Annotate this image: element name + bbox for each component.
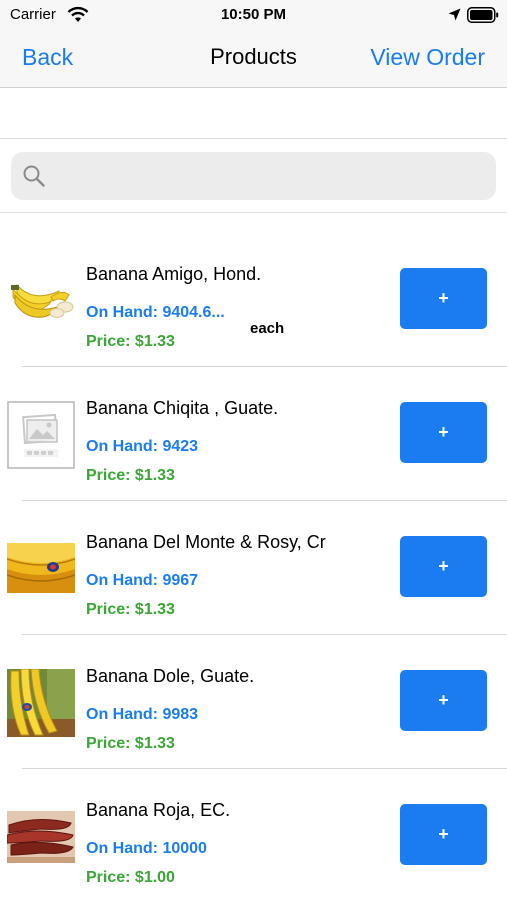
red-bananas-image bbox=[7, 811, 75, 863]
product-image bbox=[7, 401, 75, 469]
search-input[interactable] bbox=[55, 160, 485, 192]
on-hand-quantity: On Hand: 9423 bbox=[86, 438, 199, 455]
battery-icon bbox=[467, 7, 499, 23]
product-name: Banana Chiqita , Guate. bbox=[86, 398, 279, 418]
product-row[interactable]: Banana Chiqita , Guate. On Hand: 9423 Pr… bbox=[0, 367, 507, 501]
bananas-bunch-image bbox=[7, 267, 75, 335]
on-hand-quantity: On Hand: 9404.6... bbox=[86, 304, 225, 321]
add-to-order-button[interactable]: + bbox=[400, 804, 487, 865]
product-price: Price: $1.33 bbox=[86, 467, 175, 484]
status-time: 10:50 PM bbox=[220, 6, 287, 23]
product-image bbox=[7, 267, 75, 335]
add-to-order-button[interactable]: + bbox=[400, 402, 487, 463]
status-bar: Carrier 10:50 PM bbox=[0, 0, 507, 30]
location-arrow-icon bbox=[448, 8, 461, 21]
product-price: Price: $1.00 bbox=[86, 869, 175, 886]
product-row[interactable]: Banana Del Monte & Rosy, Cr On Hand: 996… bbox=[0, 501, 507, 635]
banana-closeup-image bbox=[7, 543, 75, 593]
search-field[interactable] bbox=[11, 152, 496, 200]
product-name: Banana Dole, Guate. bbox=[86, 666, 255, 686]
add-to-order-button[interactable]: + bbox=[400, 268, 487, 329]
add-to-order-button[interactable]: + bbox=[400, 536, 487, 597]
product-price: Price: $1.33 bbox=[86, 735, 175, 752]
product-image bbox=[7, 669, 75, 737]
search-bar bbox=[0, 140, 507, 213]
product-price: Price: $1.33 bbox=[86, 601, 175, 618]
product-row[interactable]: Banana Roja, EC. On Hand: 10000 Price: $… bbox=[0, 769, 507, 900]
product-image bbox=[7, 803, 75, 871]
placeholder-image-icon bbox=[7, 401, 75, 469]
search-icon bbox=[23, 165, 45, 187]
header-spacer bbox=[0, 89, 507, 139]
unit-label: each bbox=[250, 320, 285, 337]
product-name: Banana Roja, EC. bbox=[86, 800, 231, 820]
product-row[interactable]: Banana Amigo, Hond. On Hand: 9404.6... e… bbox=[0, 233, 507, 367]
view-order-button[interactable]: View Order bbox=[370, 44, 485, 71]
product-price: Price: $1.33 bbox=[86, 333, 175, 350]
product-row[interactable]: Banana Dole, Guate. On Hand: 9983 Price:… bbox=[0, 635, 507, 769]
dole-bananas-image bbox=[7, 669, 75, 737]
add-to-order-button[interactable]: + bbox=[400, 670, 487, 731]
on-hand-quantity: On Hand: 9983 bbox=[86, 706, 199, 723]
on-hand-quantity: On Hand: 9967 bbox=[86, 572, 199, 589]
product-image bbox=[7, 535, 75, 603]
product-name: Banana Amigo, Hond. bbox=[86, 264, 262, 284]
product-name: Banana Del Monte & Rosy, Cr bbox=[86, 532, 326, 552]
navigation-bar: Back Products View Order bbox=[0, 30, 507, 88]
product-list: Banana Amigo, Hond. On Hand: 9404.6... e… bbox=[0, 233, 507, 900]
on-hand-quantity: On Hand: 10000 bbox=[86, 840, 207, 857]
